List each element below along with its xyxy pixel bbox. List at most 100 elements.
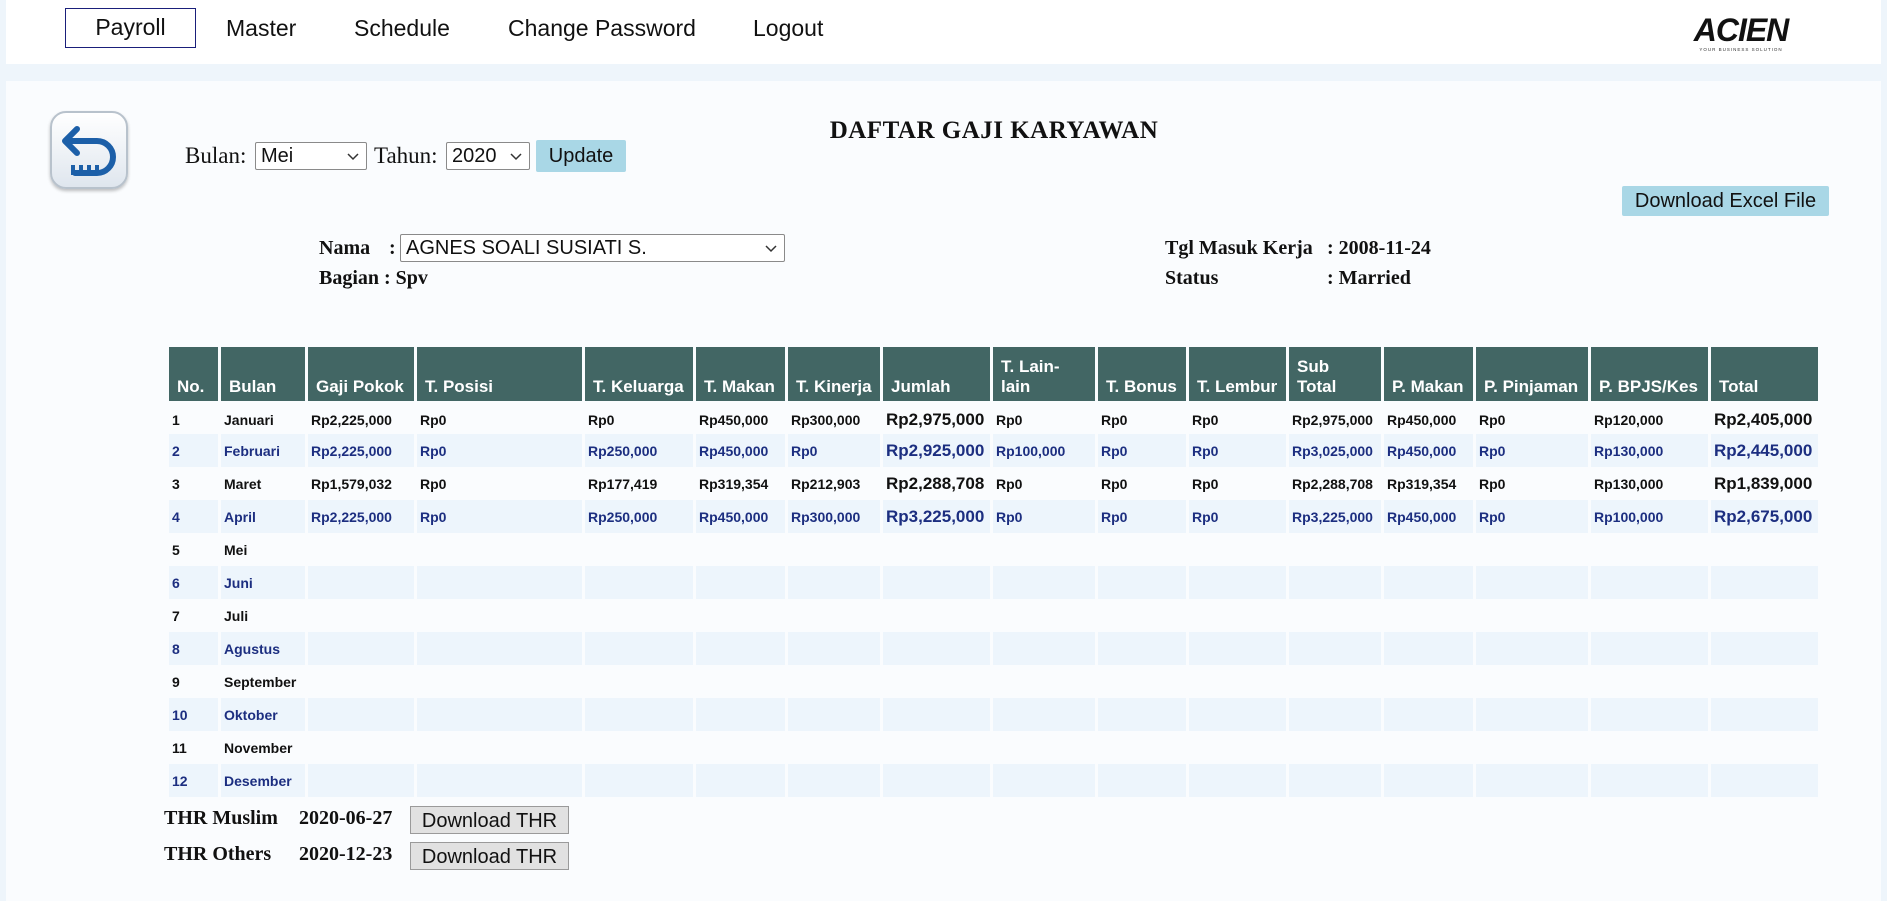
table-cell: [1476, 665, 1588, 698]
table-row: 2 Februari Rp2,225,000 Rp0 Rp250,000 Rp450,00…: [169, 434, 1818, 467]
table-cell: Maret: [221, 467, 305, 500]
table-header-row: No. Bulan Gaji Pokok T. Posisi T. Keluarga T.…: [169, 347, 1818, 401]
table-cell: [1711, 731, 1818, 764]
table-cell: [1289, 698, 1381, 731]
table-cell: Mei: [221, 533, 305, 566]
nav-schedule[interactable]: Schedule: [354, 8, 450, 48]
table-cell: [1098, 599, 1186, 632]
table-cell: [993, 764, 1095, 797]
table-row: 8 Agustus: [169, 632, 1818, 665]
employee-name-select[interactable]: AGNES SOALI SUSIATI S.: [400, 234, 785, 262]
column-header: T. Makan: [696, 347, 785, 401]
table-cell: [993, 632, 1095, 665]
table-cell: Desember: [221, 764, 305, 797]
name-label: Nama: [319, 237, 371, 259]
table-cell: Oktober: [221, 698, 305, 731]
table-cell: 12: [169, 764, 218, 797]
table-cell: Rp212,903: [788, 467, 880, 500]
table-cell: [1711, 533, 1818, 566]
table-cell: Rp319,354: [696, 467, 785, 500]
month-select[interactable]: Mei: [255, 142, 367, 170]
table-cell: [1098, 698, 1186, 731]
table-cell: [585, 599, 693, 632]
top-navigation: Payroll Master Schedule Change Password …: [6, 0, 1881, 64]
table-cell: Rp0: [417, 434, 582, 467]
table-cell: [788, 764, 880, 797]
column-header: Bulan: [221, 347, 305, 401]
table-cell: [417, 533, 582, 566]
table-cell: [1476, 632, 1588, 665]
table-cell: [308, 698, 414, 731]
table-cell: Rp450,000: [1384, 434, 1473, 467]
year-label: Tahun:: [374, 143, 438, 168]
table-cell: [788, 665, 880, 698]
table-cell: [883, 764, 990, 797]
thr-others-date: 2020-12-23: [299, 843, 393, 865]
acien-logo: ACIEN YOUR BUSINESS SOLUTION: [1693, 14, 1791, 52]
chevron-down-icon: [347, 153, 359, 161]
year-select[interactable]: 2020: [446, 142, 530, 170]
thr-muslim-label: THR Muslim: [164, 807, 278, 829]
table-cell: Rp3,025,000: [1289, 434, 1381, 467]
table-cell: [1289, 599, 1381, 632]
table-cell: [1189, 731, 1286, 764]
table-cell: Rp0: [1098, 434, 1186, 467]
table-cell: Rp1,579,032: [308, 467, 414, 500]
table-cell: Rp0: [1476, 434, 1588, 467]
column-header: T. Posisi: [417, 347, 582, 401]
table-cell: Rp0: [1476, 401, 1588, 434]
table-cell: [308, 665, 414, 698]
nav-payroll[interactable]: Payroll: [65, 8, 196, 48]
chevron-down-icon: [765, 245, 777, 253]
table-cell: [1189, 665, 1286, 698]
table-cell: Februari: [221, 434, 305, 467]
table-cell: [883, 731, 990, 764]
table-cell: Rp3,225,000: [883, 500, 990, 533]
table-cell: 9: [169, 665, 218, 698]
table-cell: [1384, 599, 1473, 632]
table-cell: Rp300,000: [788, 401, 880, 434]
nav-logout[interactable]: Logout: [753, 8, 823, 48]
start-date-value: : 2008-11-24: [1327, 237, 1431, 259]
column-header: P. Pinjaman: [1476, 347, 1588, 401]
table-cell: [1476, 698, 1588, 731]
table-cell: [1289, 731, 1381, 764]
table-cell: [1476, 566, 1588, 599]
table-cell: [788, 533, 880, 566]
download-excel-button[interactable]: Download Excel File: [1622, 186, 1829, 216]
column-header: T. Keluarga: [585, 347, 693, 401]
nav-master[interactable]: Master: [226, 8, 296, 48]
column-header: T. Lembur: [1189, 347, 1286, 401]
download-thr-others-button[interactable]: Download THR: [410, 842, 569, 870]
table-cell: [308, 566, 414, 599]
table-cell: [1591, 731, 1708, 764]
table-cell: [1476, 533, 1588, 566]
table-cell: 2: [169, 434, 218, 467]
table-cell: [585, 665, 693, 698]
table-cell: [1189, 533, 1286, 566]
table-row: 10 Oktober: [169, 698, 1818, 731]
table-cell: [1591, 599, 1708, 632]
back-button[interactable]: [50, 111, 128, 189]
table-cell: 11: [169, 731, 218, 764]
download-thr-muslim-button[interactable]: Download THR: [410, 806, 569, 834]
table-cell: [1384, 731, 1473, 764]
table-cell: [883, 665, 990, 698]
table-cell: Rp0: [1189, 500, 1286, 533]
table-cell: [417, 599, 582, 632]
table-cell: [585, 566, 693, 599]
table-cell: Rp0: [1476, 467, 1588, 500]
table-cell: [993, 665, 1095, 698]
table-cell: [1711, 566, 1818, 599]
nav-change-password[interactable]: Change Password: [508, 8, 696, 48]
table-cell: Rp100,000: [993, 434, 1095, 467]
table-cell: [1476, 599, 1588, 632]
table-cell: [585, 632, 693, 665]
table-cell: Juni: [221, 566, 305, 599]
table-row: 3 Maret Rp1,579,032 Rp0 Rp177,419 Rp319,354 Rp…: [169, 467, 1818, 500]
update-button[interactable]: Update: [536, 140, 626, 172]
table-cell: [1289, 764, 1381, 797]
table-cell: [585, 731, 693, 764]
table-cell: [1711, 665, 1818, 698]
table-cell: Januari: [221, 401, 305, 434]
